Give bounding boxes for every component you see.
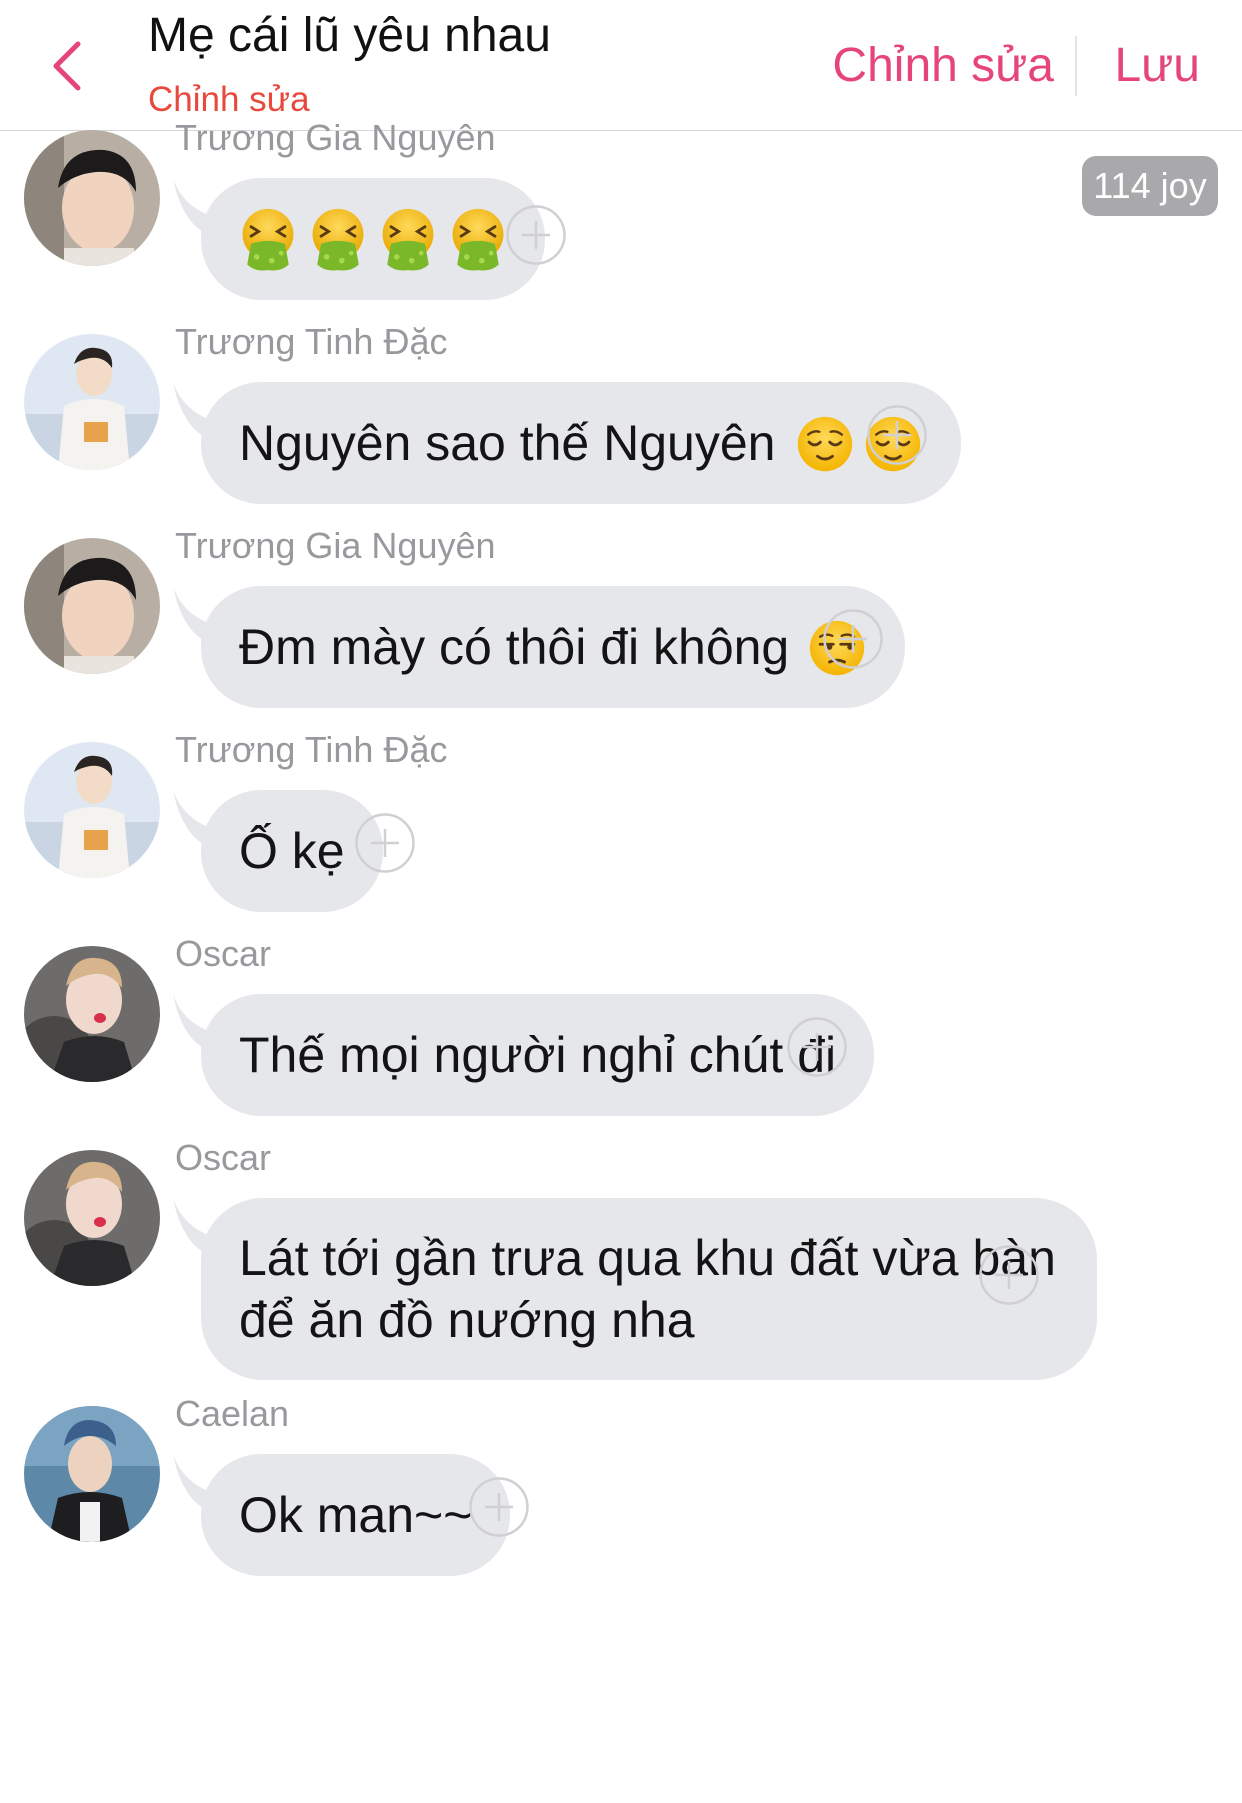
header-divider xyxy=(1075,36,1077,96)
chat-header: Mẹ cái lũ yêu nhau Chỉnh sửa Chỉnh sửa L… xyxy=(0,0,1242,131)
message-text: Đm mày có thôi đi không xyxy=(239,619,790,675)
message-text: Nguyên sao thế Nguyên xyxy=(239,415,776,471)
message-bubble[interactable]: Nguyên sao thế Nguyên xyxy=(201,382,962,504)
edit-button[interactable]: Chỉnh sửa xyxy=(832,38,1054,93)
message-bubble[interactable]: Lát tới gần trưa qua khu đất vừa bàn để … xyxy=(201,1198,1097,1380)
message-bubble[interactable]: Đm mày có thôi đi không xyxy=(201,586,906,708)
add-reaction-button[interactable] xyxy=(505,204,567,266)
sender-name: Trương Tinh Đặc xyxy=(175,729,448,770)
message-bubble[interactable]: Ok man~~ xyxy=(201,1454,511,1576)
add-reaction-button[interactable] xyxy=(978,1244,1040,1306)
avatar[interactable] xyxy=(24,742,160,878)
avatar[interactable] xyxy=(24,334,160,470)
nauseated-face-icon xyxy=(377,206,439,272)
message-bubble[interactable]: Thế mọi người nghỉ chút đi xyxy=(201,994,875,1116)
message-text: Thế mọi người nghỉ chút đi xyxy=(239,1027,837,1083)
sender-name: Caelan xyxy=(175,1393,290,1434)
sender-name: Trương Tinh Đặc xyxy=(175,321,448,362)
add-reaction-button[interactable] xyxy=(822,608,884,670)
sender-name: Trương Gia Nguyên xyxy=(175,117,496,158)
avatar[interactable] xyxy=(24,538,160,674)
add-reaction-button[interactable] xyxy=(786,1016,848,1078)
add-reaction-button[interactable] xyxy=(354,812,416,874)
chat-title: Mẹ cái lũ yêu nhau xyxy=(148,9,551,62)
avatar[interactable] xyxy=(24,1406,160,1542)
sender-name: Oscar xyxy=(175,1137,272,1178)
joy-count-badge: 114 joy xyxy=(1082,156,1218,216)
message-text: Ok man~~ xyxy=(239,1487,473,1543)
sender-name: Trương Gia Nguyên xyxy=(175,525,496,566)
relieved-face-icon xyxy=(795,414,855,474)
nauseated-face-icon xyxy=(307,206,369,272)
add-reaction-button[interactable] xyxy=(468,1476,530,1538)
message-bubble[interactable] xyxy=(201,178,545,300)
nauseated-face-icon xyxy=(447,206,509,272)
chevron-left-icon xyxy=(53,41,81,91)
message-text: Lát tới gần trưa qua khu đất vừa bàn để … xyxy=(239,1230,1056,1348)
save-button[interactable]: Lưu xyxy=(1114,38,1200,93)
avatar[interactable] xyxy=(24,946,160,1082)
message-text: Ố kẹ xyxy=(239,823,345,879)
add-reaction-button[interactable] xyxy=(866,404,928,466)
back-button[interactable] xyxy=(44,38,94,94)
avatar[interactable] xyxy=(24,130,160,266)
sender-name: Oscar xyxy=(175,933,272,974)
nauseated-face-icon xyxy=(237,206,299,272)
chat-subtitle[interactable]: Chỉnh sửa xyxy=(148,80,310,120)
avatar[interactable] xyxy=(24,1150,160,1286)
